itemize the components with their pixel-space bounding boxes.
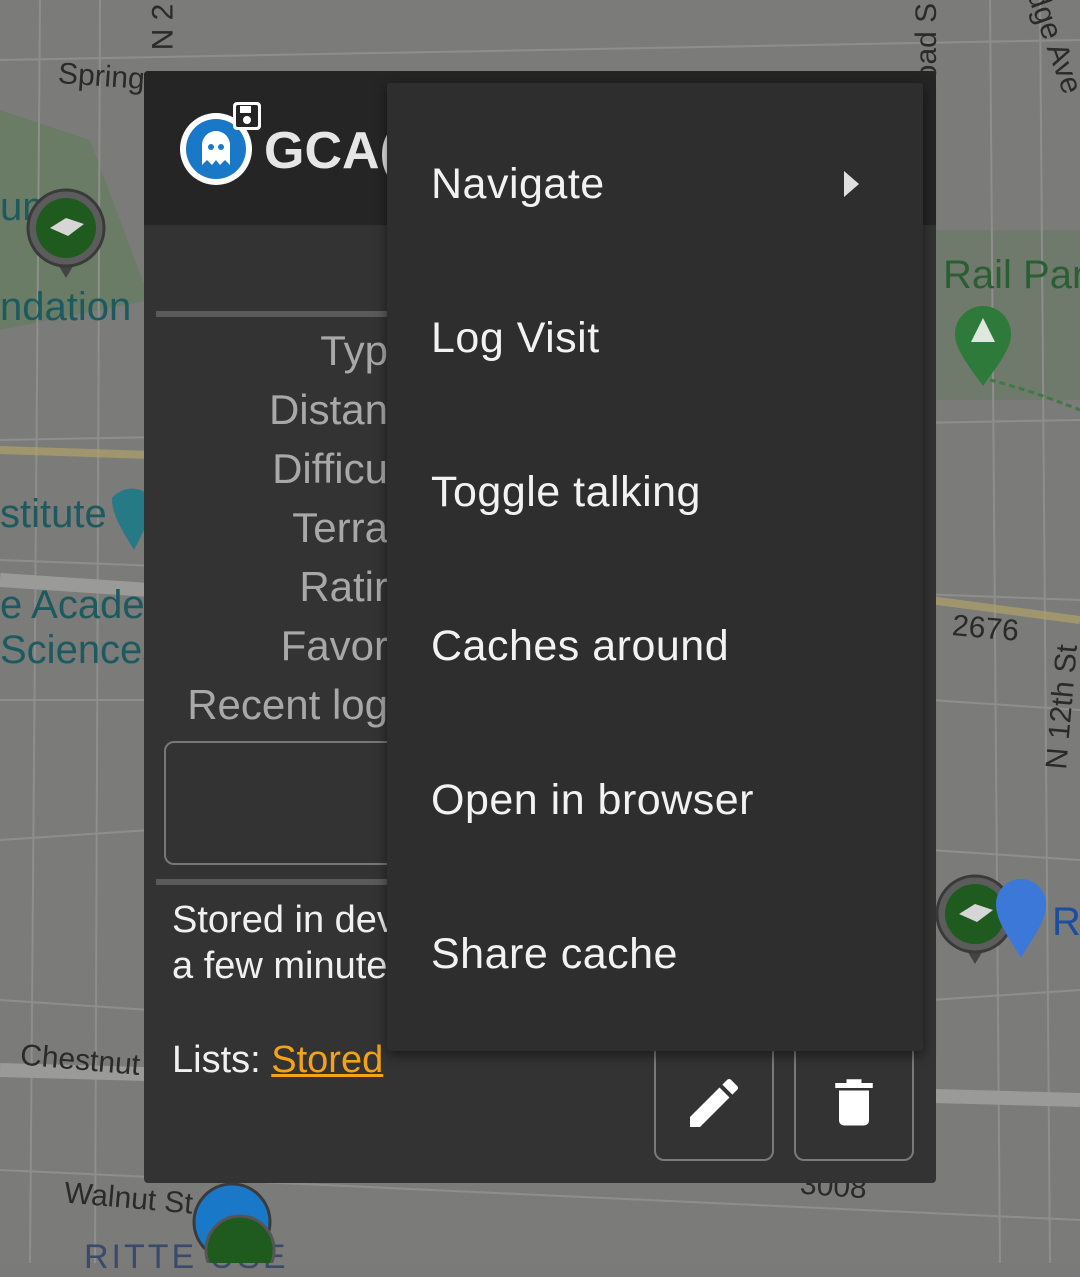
field-label-recent-logs: Recent log [187, 681, 388, 728]
divider [156, 311, 396, 317]
stored-status-line1: Stored in dev [172, 899, 396, 941]
map-marker-icon[interactable] [996, 878, 1046, 958]
menu-item-navigate[interactable]: Navigate [387, 107, 923, 261]
menu-item-label: Navigate [431, 159, 605, 208]
menu-item-label: Open in browser [431, 775, 754, 824]
trash-icon [835, 1078, 873, 1125]
street-label-road: oad S [910, 2, 944, 82]
menu-item-open-in-browser[interactable]: Open in browser [387, 723, 923, 877]
delete-button[interactable] [794, 1046, 914, 1161]
menu-item-toggle-talking[interactable]: Toggle talking [387, 415, 923, 569]
poi-label-institute: stitute [0, 492, 107, 536]
field-label-type: Typ [320, 327, 388, 374]
divider [156, 879, 396, 885]
edit-pencil-icon [690, 1078, 739, 1127]
menu-item-log-visit[interactable]: Log Visit [387, 261, 923, 415]
field-label-terrain: Terra [292, 504, 388, 551]
map-marker-icon[interactable] [26, 188, 106, 278]
field-label-distance: Distan [268, 386, 388, 433]
street-label-spring: Spring [56, 57, 146, 96]
menu-item-label: Caches around [431, 621, 730, 670]
edit-button[interactable] [654, 1046, 774, 1161]
menu-item-label: Log Visit [431, 313, 600, 362]
map-marker-icon[interactable] [190, 1180, 280, 1263]
street-label-n2: N 2 [146, 3, 180, 51]
poi-label-rail-park: Rail Park [943, 253, 1080, 297]
menu-item-share-cache[interactable]: Share cache [387, 877, 923, 1031]
popup-menu: Navigate Log Visit Toggle talking Caches… [387, 83, 923, 1051]
field-label-difficulty: Difficu [272, 445, 388, 492]
menu-item-label: Share cache [431, 929, 678, 978]
floppy-icon [233, 102, 261, 130]
field-label-favorites: Favor [280, 622, 388, 669]
poi-label-foundation: ndation [0, 285, 132, 329]
street-label-2676: 2676 [950, 609, 1021, 648]
cache-code-title: GCA( [264, 122, 397, 180]
field-label-rating: Ratir [299, 563, 388, 610]
poi-label-re: Re [1052, 900, 1080, 944]
menu-item-label: Toggle talking [431, 467, 701, 516]
lists-label: Lists: [172, 1039, 272, 1081]
submenu-arrow-icon [844, 171, 859, 197]
lists-row: Lists: Stored [172, 1039, 383, 1082]
menu-item-caches-around[interactable]: Caches around [387, 569, 923, 723]
lists-link-stored[interactable]: Stored [271, 1039, 383, 1081]
poi-label-sciences: Sciences [0, 628, 163, 672]
stored-status-line2: a few minute [172, 945, 388, 987]
map-marker-icon[interactable] [955, 306, 1011, 386]
